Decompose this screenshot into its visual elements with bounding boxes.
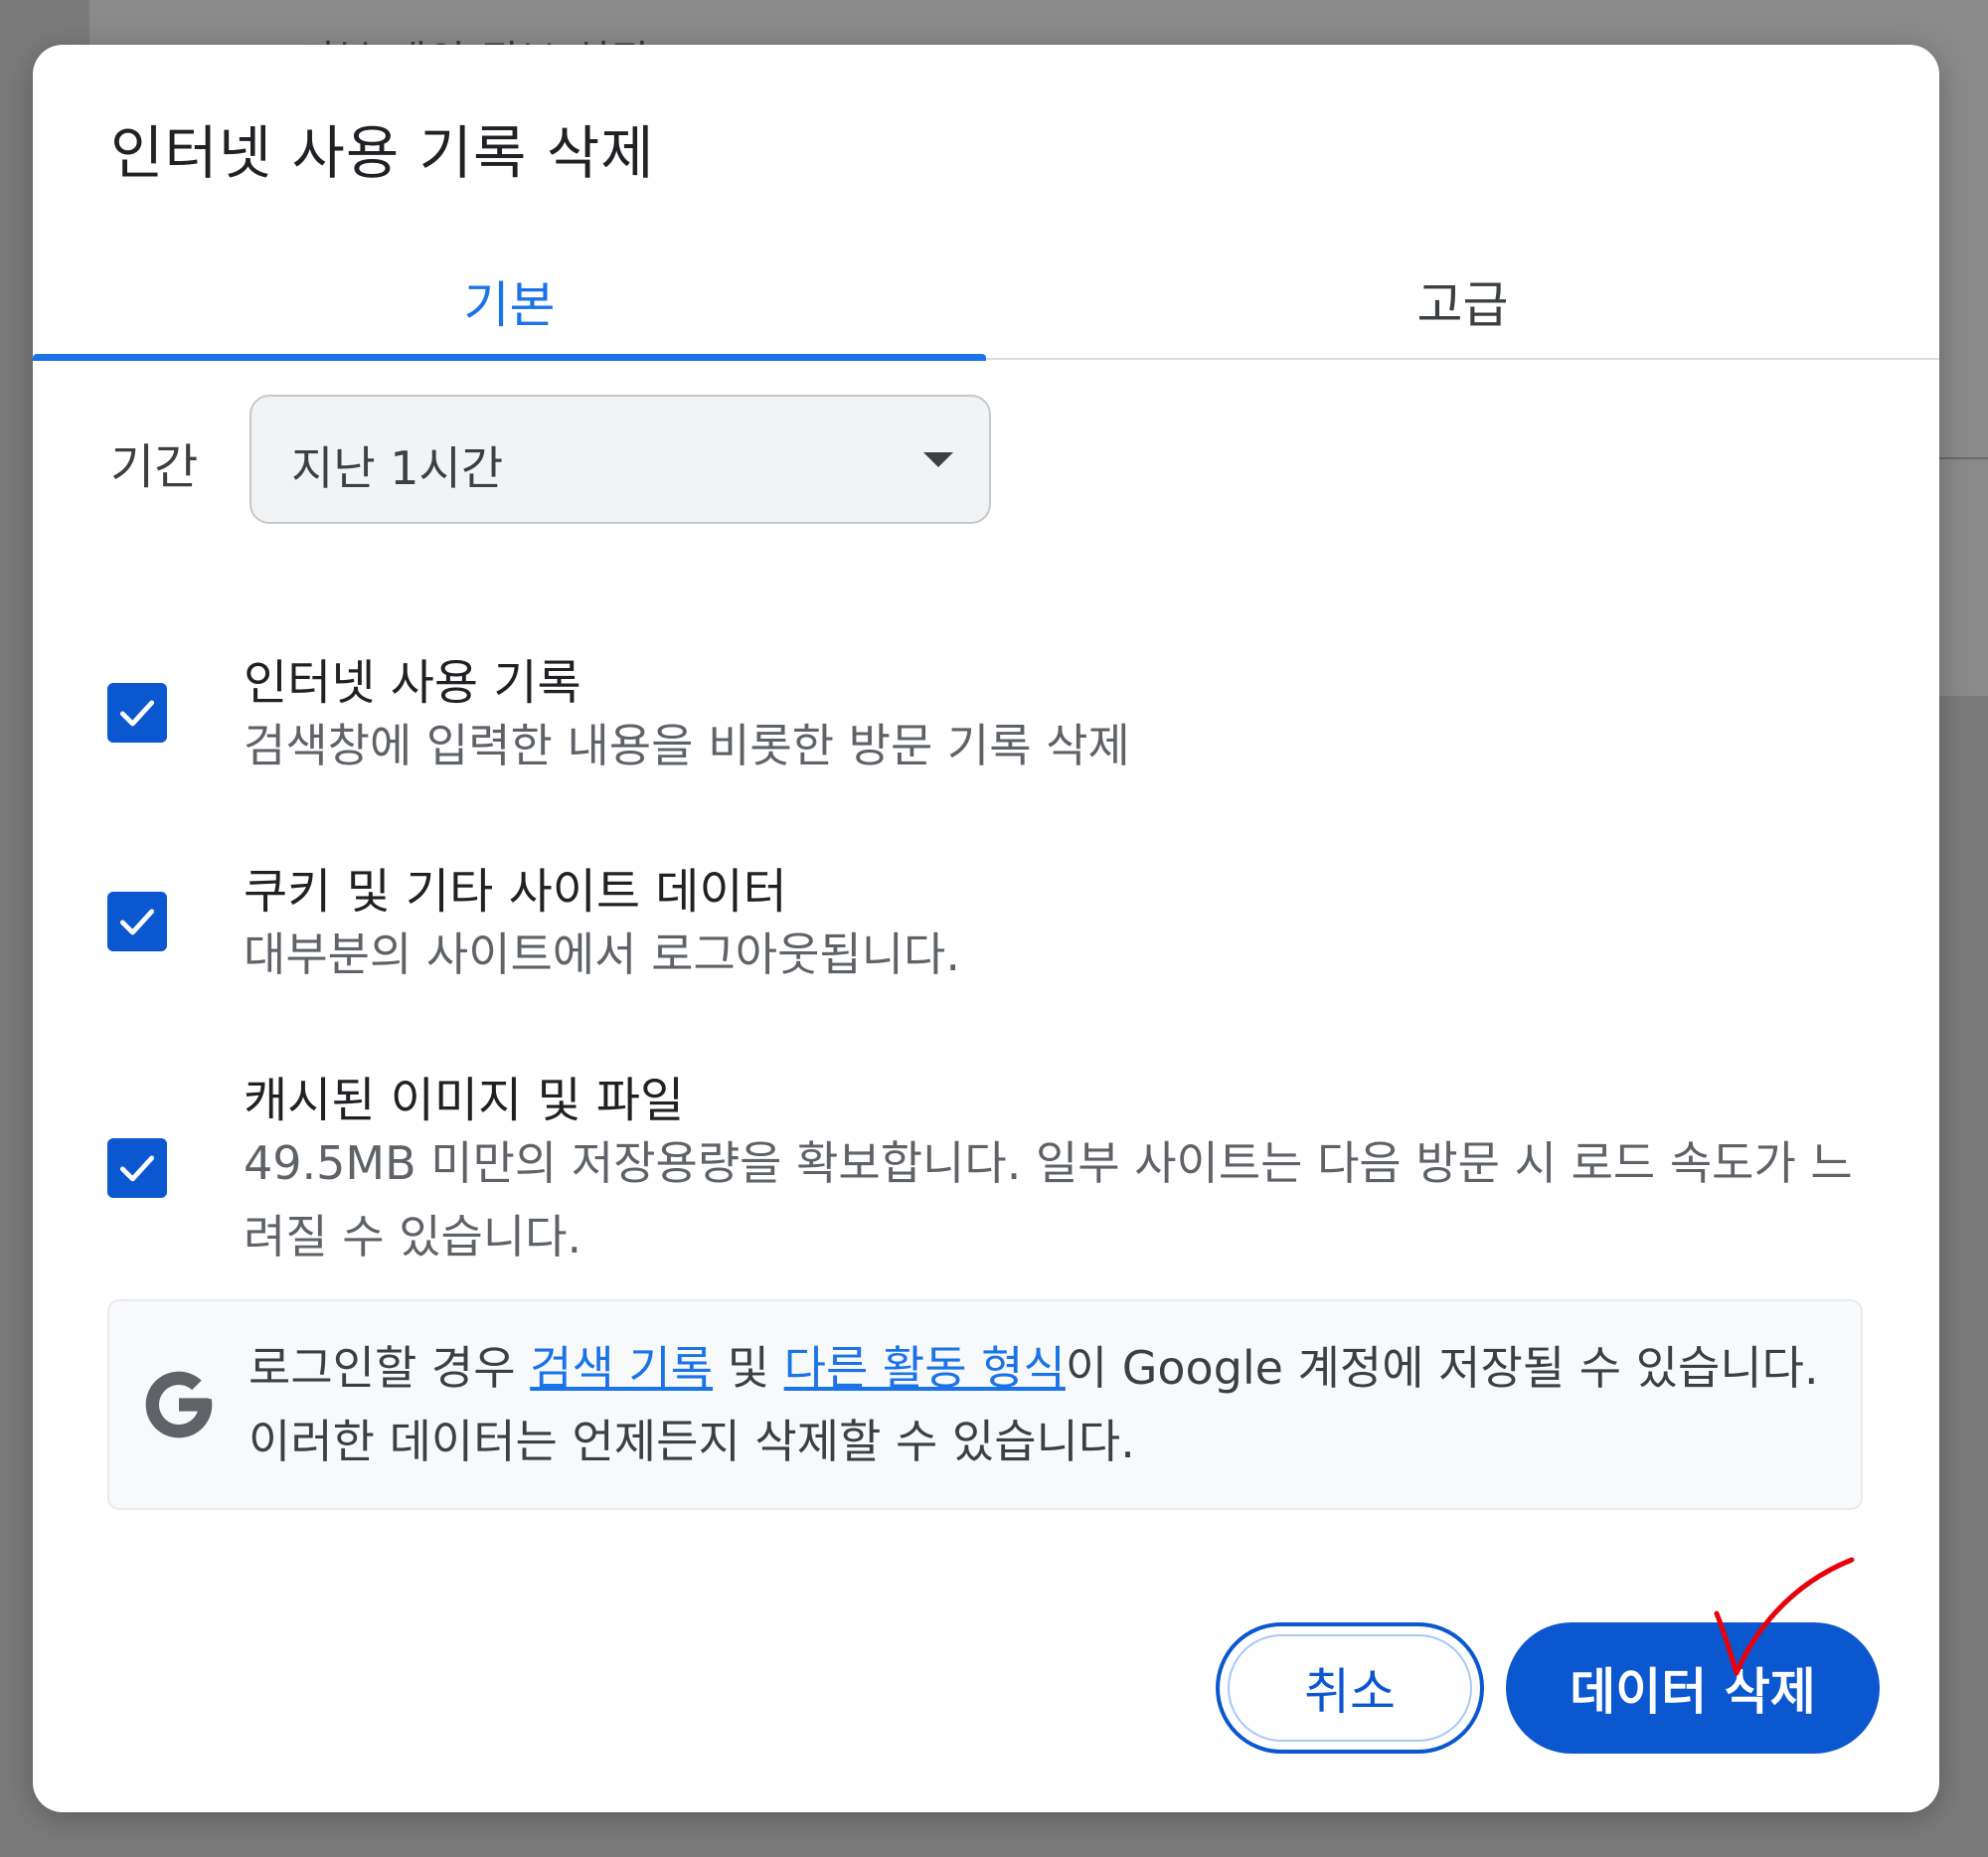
info-text-part: 및 [713, 1341, 784, 1395]
delete-data-button[interactable]: 데이터 삭제 [1506, 1622, 1880, 1754]
cancel-button[interactable]: 취소 [1216, 1622, 1484, 1754]
cached-files-checkbox[interactable] [107, 1138, 167, 1198]
background-divider [1938, 457, 1988, 459]
other-activity-link[interactable]: 다른 활동 형식 [784, 1341, 1066, 1395]
cookies-checkbox[interactable] [107, 892, 167, 951]
period-label: 기간 [110, 439, 199, 495]
clear-browsing-data-dialog: 인터넷 사용 기록 삭제 기본 고급 기간 지난 1시간 인터넷 사용 기록 검… [33, 45, 1939, 1812]
google-account-info-box: 로그인할 경우 검색 기록 및 다른 활동 형식이 Google 계정에 저장될… [107, 1299, 1863, 1510]
cookies-title: 쿠키 및 기타 사이트 데이터 [244, 864, 787, 920]
browsing-history-title: 인터넷 사용 기록 [244, 655, 581, 711]
tab-bar: 기본 고급 [33, 244, 1939, 361]
period-value: 지난 1시간 [291, 441, 504, 495]
google-account-info-text: 로그인할 경우 검색 기록 및 다른 활동 형식이 Google 계정에 저장될… [248, 1331, 1839, 1478]
checkmark-icon [119, 1155, 155, 1182]
tab-selected-indicator [33, 354, 986, 361]
browsing-history-description: 검색창에 입력한 내용을 비롯한 방문 기록 삭제 [244, 719, 1130, 772]
caret-down-icon [923, 452, 953, 467]
browsing-history-checkbox[interactable] [107, 683, 167, 743]
tab-advanced[interactable]: 고급 [986, 244, 1939, 358]
info-text-part: 로그인할 경우 [248, 1341, 531, 1395]
cookies-description: 대부분의 사이트에서 로그아웃됩니다. [244, 928, 960, 981]
tab-basic[interactable]: 기본 [33, 244, 986, 358]
dialog-title: 인터넷 사용 기록 삭제 [110, 119, 655, 187]
checkmark-icon [119, 700, 155, 727]
cached-files-description: 49.5MB 미만의 저장용량을 확보합니다. 일부 사이트는 다음 방문 시 … [244, 1136, 1853, 1264]
search-history-link[interactable]: 검색 기록 [530, 1341, 713, 1395]
period-dropdown[interactable]: 지난 1시간 [249, 395, 991, 524]
cached-files-title: 캐시된 이미지 및 파일 [244, 1073, 685, 1128]
google-g-icon [145, 1371, 213, 1438]
checkmark-icon [119, 909, 155, 935]
